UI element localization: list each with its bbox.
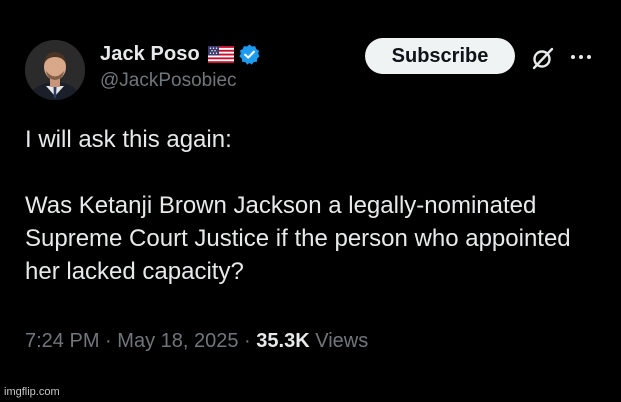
tweet-date[interactable]: May 18, 2025 — [117, 330, 238, 352]
views-label: Views — [315, 330, 369, 352]
tweet-card: Jack Poso @JackPosobiec Subscribe I will… — [0, 0, 621, 402]
us-flag-icon — [207, 45, 234, 63]
grok-icon[interactable] — [530, 45, 556, 71]
tweet-text: I will ask this again: Was Ketanji Brown… — [25, 123, 600, 288]
author-handle[interactable]: @JackPosobiec — [100, 70, 261, 92]
subscribe-button[interactable]: Subscribe — [365, 38, 515, 74]
avatar-image — [25, 40, 85, 100]
verified-badge-icon[interactable] — [238, 43, 261, 66]
tweet-line-1: I will ask this again: — [25, 126, 232, 153]
tweet-time[interactable]: 7:24 PM — [25, 330, 99, 352]
author-block: Jack Poso @JackPosobiec — [100, 40, 261, 92]
meta-separator: · — [244, 330, 251, 352]
tweet-metadata: 7:24 PM · May 18, 2025 · 35.3K Views — [25, 330, 368, 353]
author-display-name[interactable]: Jack Poso — [100, 43, 200, 66]
meta-separator: · — [105, 330, 112, 352]
more-options-icon[interactable] — [566, 47, 596, 67]
tweet-paragraph-2: Was Ketanji Brown Jackson a legally-nomi… — [25, 192, 571, 285]
watermark: imgflip.com — [4, 386, 60, 398]
views-count: 35.3K — [256, 330, 310, 352]
avatar[interactable] — [25, 40, 85, 100]
